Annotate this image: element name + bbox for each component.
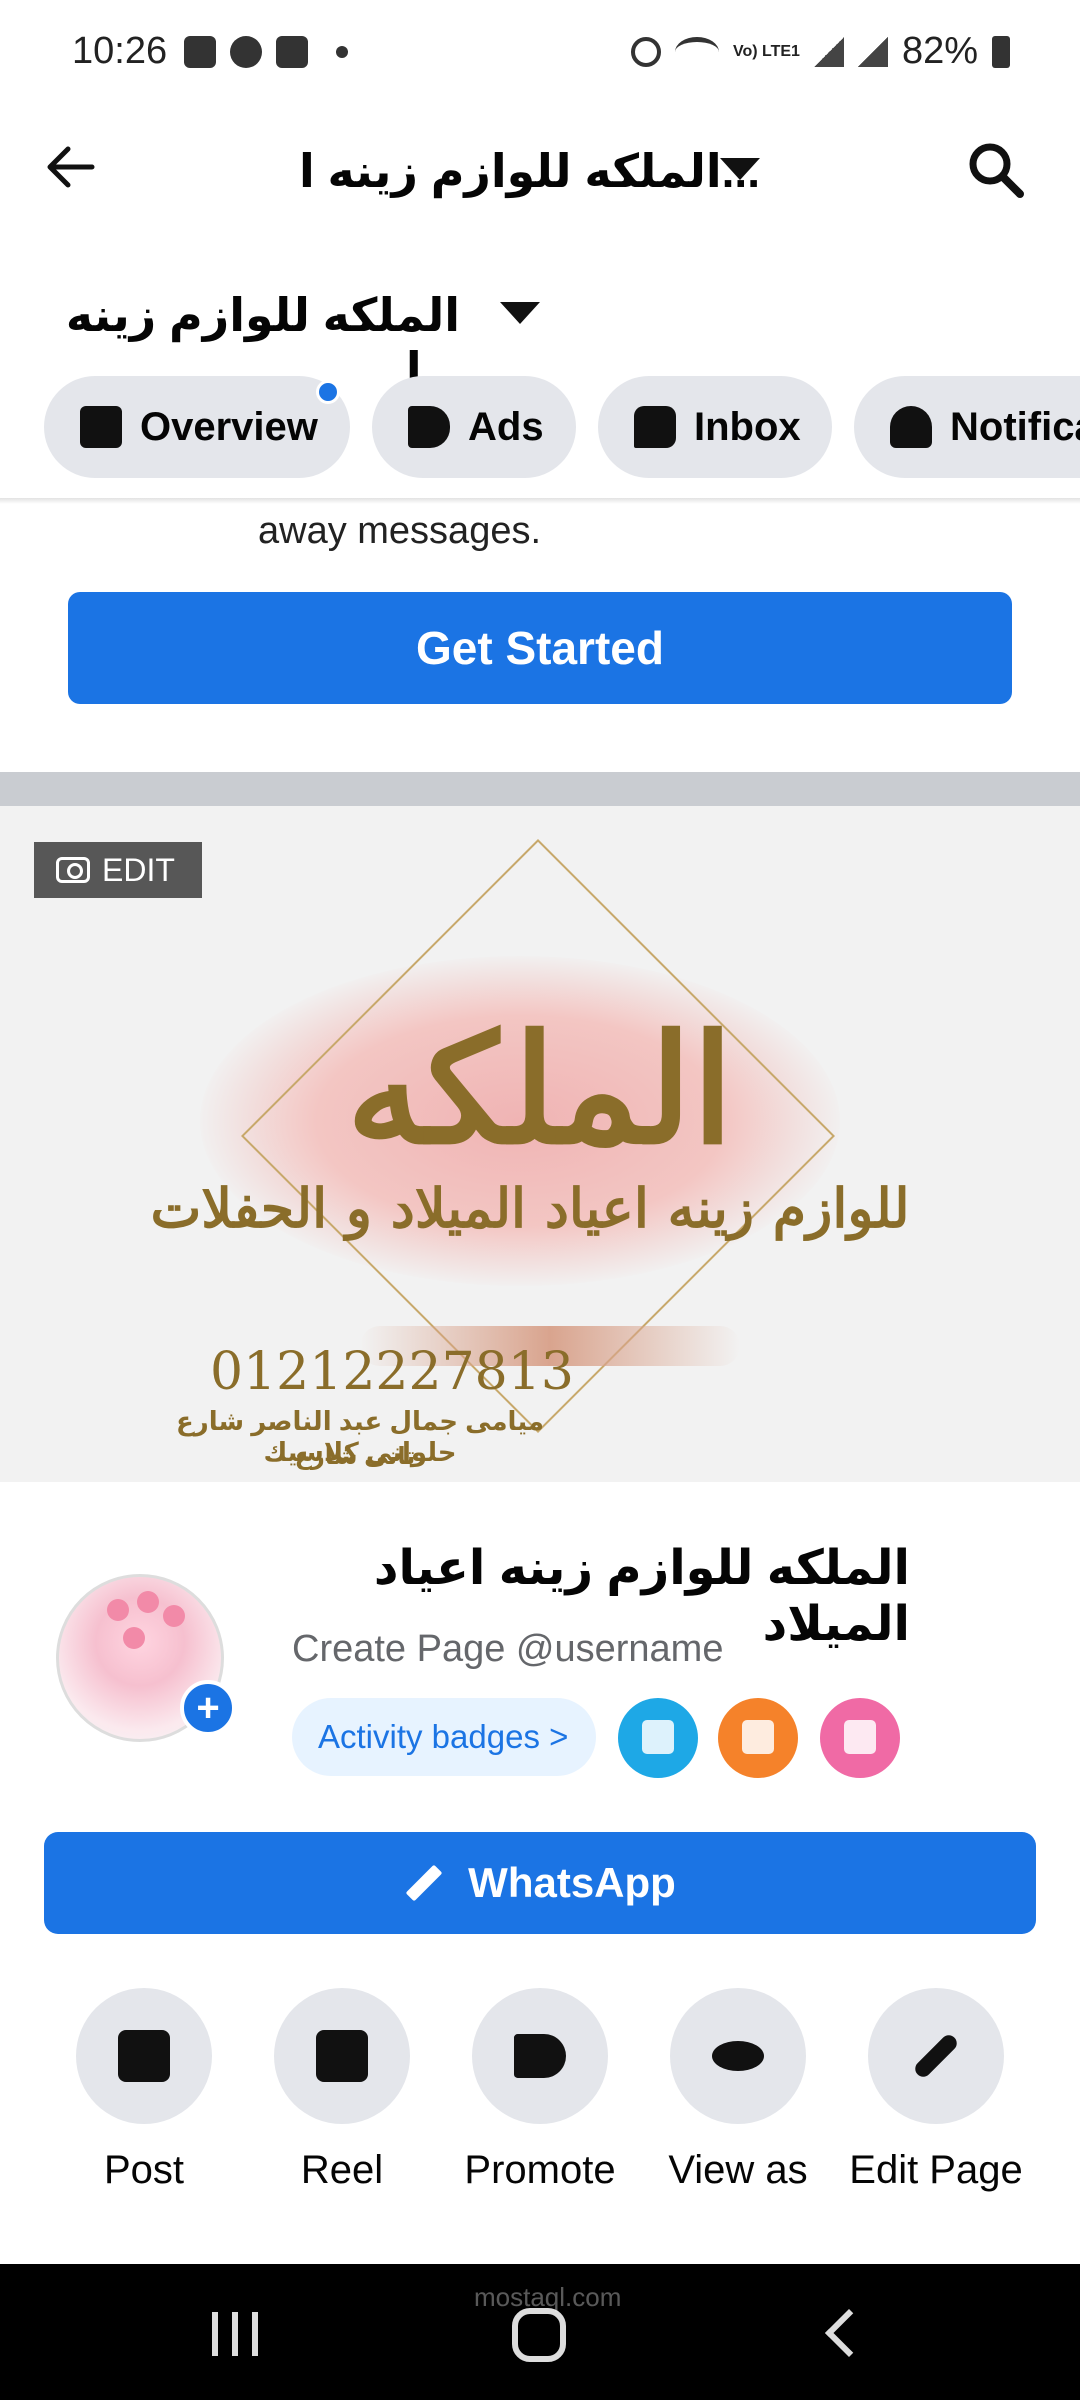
system-icons: Vo) LTE1 82% [630,30,1010,73]
thumbs-up-badge-icon[interactable] [618,1698,698,1778]
camera-icon [56,857,90,883]
action-circle[interactable] [472,1988,608,2124]
tab-label: Overview [140,404,318,449]
megaphone-icon [408,406,450,448]
action-circle[interactable] [274,1988,410,2124]
battery-percent: 82% [901,30,978,72]
pencil-icon [405,1864,443,1902]
tab-notifications[interactable]: Notifica [854,376,1080,478]
edit-cover-button[interactable]: EDIT [34,842,202,898]
create-username-link[interactable]: Create Page @username [292,1628,723,1671]
pencil-icon [911,2031,961,2081]
back-arrow-icon[interactable] [42,140,96,194]
edit-label: EDIT [102,851,175,888]
avatar-balloon [137,1591,159,1613]
recent-apps-icon[interactable] [212,2312,258,2356]
facebook-icon [230,36,262,68]
home-icon[interactable] [512,2308,566,2362]
clipboard-badge-icon[interactable] [820,1698,900,1778]
cover-photo[interactable]: الملكه للوازم زينه اعياد الميلاد و الحفل… [0,806,1080,1482]
overview-unread-dot [316,380,340,404]
promo-text: away messages. [258,510,542,552]
gallery-icon [184,36,216,68]
section-divider [0,772,1080,806]
cover-phone: 01212227813 [210,1342,574,1402]
status-time: 10:26 [72,30,168,72]
tab-label: Notifica [950,404,1080,449]
action-label: Edit Page [849,2148,1023,2192]
app-header: الملكه للوازم زينه ا... [0,110,1080,230]
system-nav-bar: mostaql.com [0,2264,1080,2400]
compose-icon [118,2030,170,2082]
tab-overview[interactable]: Overview [44,376,350,478]
signal-2-icon [857,36,888,67]
lte-label: Vo) LTE1 [732,42,800,60]
action-circle[interactable] [670,1988,806,2124]
action-circle[interactable] [76,1988,212,2124]
tab-label: Ads [468,404,544,449]
whatsapp-button[interactable]: WhatsApp [44,1832,1036,1934]
cover-address-2: تانى شارع يمين [294,1443,416,1482]
header-dropdown-icon[interactable] [720,158,760,180]
cover-title: الملكه [346,1002,734,1178]
avatar-balloon [163,1605,185,1627]
pencil-badge-icon[interactable] [718,1698,798,1778]
activity-badges-button[interactable]: Activity badges > [292,1698,596,1776]
tab-inbox[interactable]: Inbox [598,376,832,478]
bell-icon [890,406,932,448]
edit-page-action[interactable]: Edit Page [836,1988,1036,2208]
more-notifications-icon [336,46,348,58]
status-bar: 10:26 Vo) LTE1 82% [0,0,1080,108]
avatar-balloon [107,1599,129,1621]
add-profile-photo-button[interactable]: + [180,1680,236,1736]
reel-action[interactable]: Reel [242,1988,442,2208]
page-actions: Post Reel Promote View as Edit Page [0,1988,1080,2208]
cover-subtitle: للوازم زينه اعياد الميلاد و الحفلات [150,1176,910,1240]
page-switcher[interactable]: الملكه للوازم زينه ا... [0,280,1080,395]
header-divider [0,498,1080,504]
eye-icon [712,2041,764,2071]
view-as-action[interactable]: View as [638,1988,838,2208]
page-switcher-dropdown-icon[interactable] [500,302,540,324]
signal-icon [813,36,844,67]
megaphone-icon [514,2034,566,2078]
post-action[interactable]: Post [44,1988,244,2208]
chat-icon [634,406,676,448]
whatsapp-label: WhatsApp [468,1859,676,1906]
promote-action[interactable]: Promote [440,1988,640,2208]
avatar-balloon [123,1627,145,1649]
list-icon [80,406,122,448]
alarm-icon [630,36,661,67]
wifi-icon [674,36,719,67]
search-icon[interactable] [964,138,1028,202]
messenger-icon [276,36,308,68]
reel-icon [316,2030,368,2082]
get-started-button[interactable]: Get Started [68,592,1012,704]
action-circle[interactable] [868,1988,1004,2124]
battery-icon [992,35,1010,68]
system-back-icon[interactable] [824,2308,874,2358]
notification-icons [184,36,348,68]
watermark: mostaql.com [474,2282,622,2312]
header-page-title[interactable]: الملكه للوازم زينه ا... [200,144,760,198]
tab-bar: Overview Ads Inbox Notifica [0,376,1080,480]
tab-ads[interactable]: Ads [372,376,576,478]
tab-label: Inbox [694,404,801,449]
